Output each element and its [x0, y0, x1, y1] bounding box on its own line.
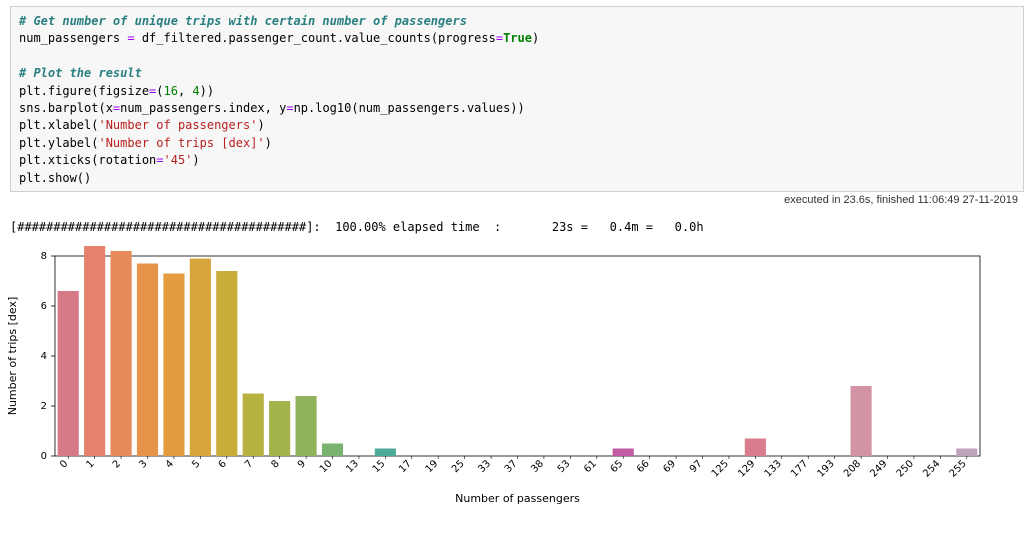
- bar: [137, 263, 158, 456]
- svg-text:10: 10: [318, 458, 335, 475]
- bar: [84, 246, 105, 456]
- svg-text:177: 177: [789, 458, 810, 479]
- svg-text:133: 133: [763, 458, 784, 479]
- code-comment-1: # Get number of unique trips with certai…: [19, 14, 467, 28]
- svg-text:193: 193: [815, 458, 836, 479]
- svg-text:208: 208: [842, 458, 863, 479]
- svg-text:255: 255: [948, 458, 969, 479]
- svg-text:8: 8: [41, 251, 47, 262]
- bar: [269, 401, 290, 456]
- svg-text:15: 15: [371, 458, 388, 475]
- execution-timestamp: executed in 23.6s, finished 11:06:49 27-…: [10, 192, 1024, 212]
- svg-text:2: 2: [41, 401, 47, 412]
- bar: [956, 448, 977, 456]
- svg-text:7: 7: [243, 458, 255, 470]
- svg-text:250: 250: [895, 458, 916, 479]
- bar: [745, 438, 766, 456]
- y-axis-label: Number of trips [dex]: [6, 297, 19, 416]
- progress-output: [#######################################…: [0, 214, 1034, 236]
- svg-text:5: 5: [190, 458, 202, 470]
- x-axis-label: Number of passengers: [455, 492, 580, 505]
- svg-text:9: 9: [296, 458, 308, 470]
- svg-text:33: 33: [476, 458, 493, 475]
- svg-text:6: 6: [41, 301, 47, 312]
- svg-text:2: 2: [111, 458, 123, 470]
- svg-text:61: 61: [582, 458, 599, 475]
- code-input[interactable]: # Get number of unique trips with certai…: [10, 6, 1024, 192]
- svg-text:254: 254: [921, 458, 942, 479]
- svg-text:53: 53: [556, 458, 573, 475]
- bar: [613, 448, 634, 456]
- bar: [58, 291, 79, 456]
- svg-text:8: 8: [269, 458, 281, 470]
- svg-text:66: 66: [635, 458, 652, 475]
- svg-text:37: 37: [503, 458, 520, 475]
- bar: [216, 271, 237, 456]
- svg-text:129: 129: [736, 458, 757, 479]
- bar: [111, 251, 132, 456]
- svg-text:97: 97: [688, 458, 705, 475]
- svg-text:0: 0: [58, 458, 70, 470]
- svg-text:13: 13: [344, 458, 361, 475]
- svg-text:249: 249: [868, 458, 889, 479]
- svg-text:3: 3: [137, 458, 149, 470]
- bar-chart: 0 2 4 6 8 0 1 2 3 4 5 6 7 8 9 10 13 15 17 19 25 33 37 38 53 61 65 6…: [0, 246, 1000, 506]
- svg-text:1: 1: [84, 458, 96, 470]
- svg-text:25: 25: [450, 458, 467, 475]
- svg-text:65: 65: [609, 458, 626, 475]
- svg-text:69: 69: [661, 458, 678, 475]
- svg-text:4: 4: [164, 458, 176, 470]
- bar: [375, 448, 396, 456]
- bar: [296, 396, 317, 456]
- code-comment-2: # Plot the result: [19, 66, 142, 80]
- svg-text:17: 17: [397, 458, 414, 475]
- chart-output: 0 2 4 6 8 0 1 2 3 4 5 6 7 8 9 10 13 15 17 19 25 33 37 38 53 61 65 6…: [0, 236, 1034, 516]
- bar: [322, 443, 343, 456]
- svg-text:4: 4: [41, 351, 47, 362]
- bar: [243, 393, 264, 456]
- bar: [851, 386, 872, 456]
- bar: [163, 273, 184, 456]
- svg-text:19: 19: [424, 458, 441, 475]
- svg-text:0: 0: [41, 451, 47, 462]
- bar: [190, 258, 211, 456]
- svg-text:6: 6: [217, 458, 229, 470]
- svg-text:38: 38: [529, 458, 546, 475]
- notebook-cell: # Get number of unique trips with certai…: [0, 0, 1034, 214]
- svg-text:125: 125: [710, 458, 731, 479]
